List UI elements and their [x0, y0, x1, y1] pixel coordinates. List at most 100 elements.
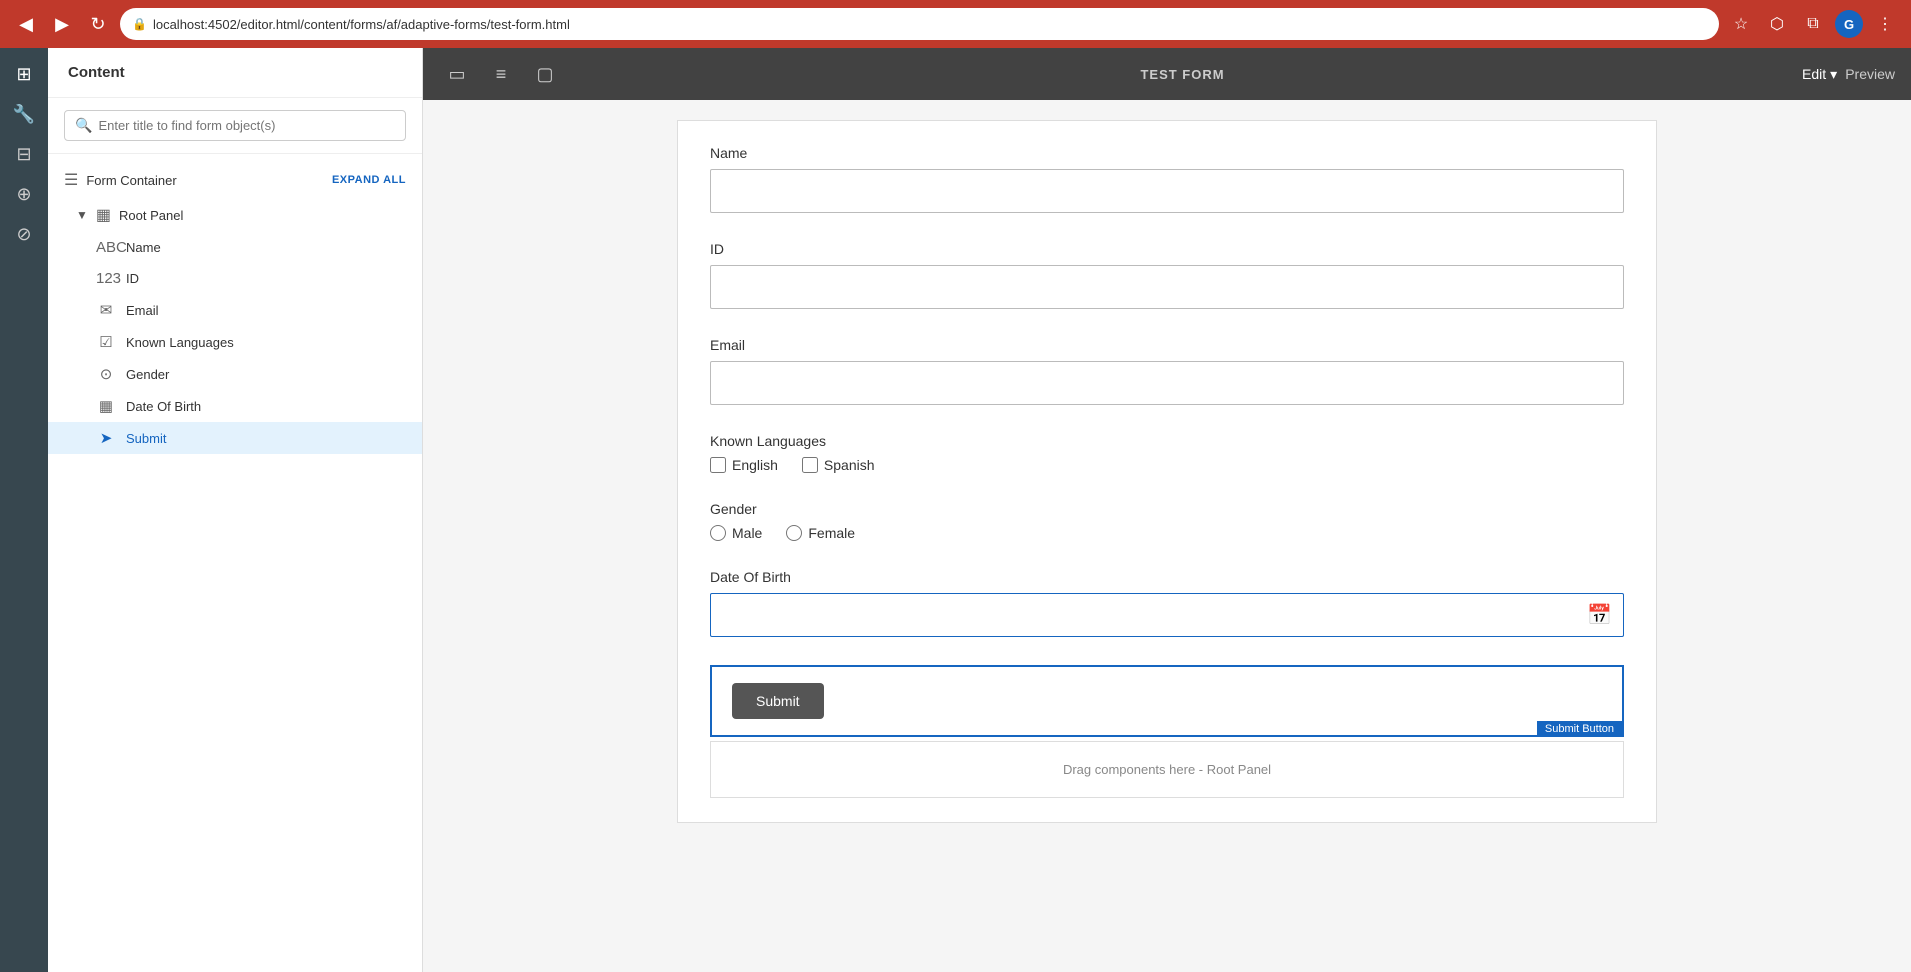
- search-box[interactable]: 🔍: [64, 110, 406, 141]
- sidebar-item-name-label: Name: [126, 240, 161, 255]
- star-button[interactable]: ☆: [1727, 10, 1755, 38]
- chevron-down-icon: ▼: [76, 208, 88, 222]
- gender-field: Gender Male Female: [710, 501, 1624, 541]
- sidebar-item-dob-label: Date Of Birth: [126, 399, 201, 414]
- sidebar-tree: ☰ Form Container EXPAND ALL ▼ ▦ Root Pan…: [48, 154, 422, 972]
- male-radio-item[interactable]: Male: [710, 525, 762, 541]
- expand-all-button[interactable]: EXPAND ALL: [332, 174, 406, 186]
- browser-chrome: ◀ ▶ ↻ 🔒 localhost:4502/editor.html/conte…: [0, 0, 1911, 48]
- calendar-icon[interactable]: 📅: [1587, 603, 1612, 628]
- list-icon: ☰: [64, 170, 78, 190]
- date-field-icon: ▦: [96, 397, 116, 415]
- submit-button[interactable]: Submit: [732, 683, 824, 719]
- sidebar-item-email[interactable]: ✉ Email: [48, 294, 422, 326]
- toolbar-title: TEST FORM: [571, 67, 1794, 82]
- add-component-icon[interactable]: ⊕: [6, 176, 42, 212]
- layers-icon[interactable]: ⊞: [6, 56, 42, 92]
- edit-button[interactable]: Edit ▾: [1802, 66, 1837, 83]
- sidebar-item-known-languages[interactable]: ☑ Known Languages: [48, 326, 422, 358]
- url-bar[interactable]: 🔒 localhost:4502/editor.html/content/for…: [120, 8, 1719, 40]
- form-container-row[interactable]: ☰ Form Container EXPAND ALL: [48, 162, 422, 198]
- email-input[interactable]: [710, 361, 1624, 405]
- english-checkbox-item[interactable]: English: [710, 457, 778, 473]
- dob-field: Date Of Birth 📅: [710, 569, 1624, 637]
- panel-icon: ▦: [96, 205, 111, 225]
- sidebar-item-submit[interactable]: ➤ Submit: [48, 422, 422, 454]
- sidebar-item-id[interactable]: 123 ID: [48, 263, 422, 294]
- root-panel-label: Root Panel: [119, 208, 406, 223]
- form-canvas: Name ID Email Known Languages: [423, 100, 1911, 972]
- spanish-label: Spanish: [824, 457, 875, 473]
- submit-area: Submit Submit Button: [710, 665, 1624, 737]
- wrench-icon[interactable]: 🔧: [6, 96, 42, 132]
- email-field: Email: [710, 337, 1624, 405]
- id-field: ID: [710, 241, 1624, 309]
- avatar[interactable]: G: [1835, 10, 1863, 38]
- root-panel-row[interactable]: ▼ ▦ Root Panel: [48, 198, 422, 232]
- browser-actions: ☆ ⬡ ⧉ G ⋮: [1727, 10, 1899, 38]
- text-field-icon: ABC: [96, 239, 116, 256]
- view-toggle-button[interactable]: ▭: [439, 56, 475, 92]
- search-input[interactable]: [98, 118, 395, 133]
- reload-button[interactable]: ↻: [84, 10, 112, 38]
- id-input[interactable]: [710, 265, 1624, 309]
- components-button[interactable]: ▢: [527, 56, 563, 92]
- sidebar-item-gender-label: Gender: [126, 367, 169, 382]
- gender-label: Gender: [710, 501, 1624, 517]
- female-radio-item[interactable]: Female: [786, 525, 855, 541]
- url-text: localhost:4502/editor.html/content/forms…: [153, 17, 1707, 32]
- date-input[interactable]: [710, 593, 1624, 637]
- date-input-wrapper: 📅: [710, 593, 1624, 637]
- extensions-button[interactable]: ⬡: [1763, 10, 1791, 38]
- lock-icon: 🔒: [132, 17, 147, 31]
- grid-icon[interactable]: ⊟: [6, 136, 42, 172]
- number-field-icon: 123: [96, 270, 116, 287]
- tag-icon[interactable]: ⊘: [6, 216, 42, 252]
- sidebar-item-submit-label: Submit: [126, 431, 166, 446]
- male-radio[interactable]: [710, 525, 726, 541]
- checkbox-icon: ☑: [96, 333, 116, 351]
- drag-zone: Drag components here - Root Panel: [710, 741, 1624, 798]
- window-button[interactable]: ⧉: [1799, 10, 1827, 38]
- sidebar-item-known-languages-label: Known Languages: [126, 335, 234, 350]
- name-input[interactable]: [710, 169, 1624, 213]
- spanish-checkbox-item[interactable]: Spanish: [802, 457, 875, 473]
- form-container-label: Form Container: [86, 173, 324, 188]
- sidebar-item-gender[interactable]: ⊙ Gender: [48, 358, 422, 390]
- menu-button[interactable]: ⋮: [1871, 10, 1899, 38]
- known-languages-field: Known Languages English Spanish: [710, 433, 1624, 473]
- name-label: Name: [710, 145, 1624, 161]
- back-button[interactable]: ◀: [12, 10, 40, 38]
- english-label: English: [732, 457, 778, 473]
- sidebar: Content 🔍 ☰ Form Container EXPAND ALL ▼ …: [48, 48, 423, 972]
- female-label: Female: [808, 525, 855, 541]
- toolbar: ▭ ≡ ▢ TEST FORM Edit ▾ Preview: [423, 48, 1911, 100]
- edit-chevron-icon: ▾: [1830, 66, 1837, 83]
- submit-icon: ➤: [96, 429, 116, 447]
- form-area: Name ID Email Known Languages: [677, 120, 1657, 823]
- edit-label: Edit: [1802, 66, 1826, 82]
- id-label: ID: [710, 241, 1624, 257]
- female-radio[interactable]: [786, 525, 802, 541]
- known-languages-label: Known Languages: [710, 433, 1624, 449]
- sidebar-item-date-of-birth[interactable]: ▦ Date Of Birth: [48, 390, 422, 422]
- sidebar-item-name[interactable]: ABC Name: [48, 232, 422, 263]
- search-icon: 🔍: [75, 117, 92, 134]
- sidebar-search-area: 🔍: [48, 98, 422, 154]
- spanish-checkbox[interactable]: [802, 457, 818, 473]
- dob-label: Date Of Birth: [710, 569, 1624, 585]
- sidebar-item-email-label: Email: [126, 303, 159, 318]
- icon-rail: ⊞ 🔧 ⊟ ⊕ ⊘: [0, 48, 48, 972]
- sidebar-item-id-label: ID: [126, 271, 139, 286]
- settings-button[interactable]: ≡: [483, 56, 519, 92]
- preview-button[interactable]: Preview: [1845, 66, 1895, 82]
- submit-badge: Submit Button: [1537, 721, 1622, 737]
- email-label: Email: [710, 337, 1624, 353]
- male-label: Male: [732, 525, 762, 541]
- forward-button[interactable]: ▶: [48, 10, 76, 38]
- name-field: Name: [710, 145, 1624, 213]
- sidebar-header: Content: [48, 48, 422, 98]
- english-checkbox[interactable]: [710, 457, 726, 473]
- app-layout: ⊞ 🔧 ⊟ ⊕ ⊘ Content 🔍 ☰ Form Container EXP…: [0, 48, 1911, 972]
- language-checkbox-group: English Spanish: [710, 457, 1624, 473]
